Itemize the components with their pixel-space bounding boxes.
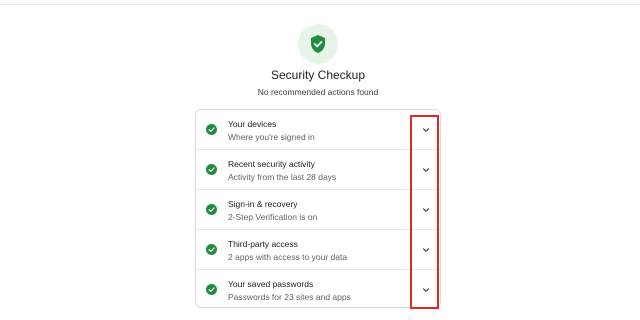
chevron-down-icon[interactable] bbox=[422, 126, 430, 134]
checkup-item-devices[interactable]: Your devices Where you're signed in bbox=[196, 110, 440, 150]
page-title: Security Checkup bbox=[270, 68, 366, 82]
chevron-down-icon[interactable] bbox=[422, 166, 430, 174]
item-title: Third-party access bbox=[228, 239, 298, 249]
item-title: Your devices bbox=[228, 119, 277, 129]
checkup-list: Your devices Where you're signed in Rece… bbox=[195, 109, 441, 308]
security-checkup-page: Security Checkup No recommended actions … bbox=[0, 0, 640, 320]
page-subtitle: No recommended actions found bbox=[257, 87, 379, 97]
chevron-down-icon[interactable] bbox=[422, 246, 430, 254]
item-title: Sign-in & recovery bbox=[228, 199, 298, 209]
check-circle-icon bbox=[206, 124, 217, 135]
item-description: 2-Step Verification is on bbox=[228, 212, 318, 222]
checkup-item-sign-in-recovery[interactable]: Sign-in & recovery 2-Step Verification i… bbox=[196, 190, 440, 230]
checkup-item-third-party-access[interactable]: Third-party access 2 apps with access to… bbox=[196, 230, 440, 270]
item-title: Recent security activity bbox=[228, 159, 315, 169]
shield-badge bbox=[298, 24, 338, 64]
check-circle-icon bbox=[206, 284, 217, 295]
item-description: Where you're signed in bbox=[228, 132, 315, 142]
top-divider bbox=[0, 4, 640, 5]
item-description: 2 apps with access to your data bbox=[228, 252, 348, 262]
chevron-down-icon[interactable] bbox=[422, 286, 430, 294]
checkup-item-saved-passwords[interactable]: Your saved passwords Passwords for 23 si… bbox=[196, 270, 440, 307]
shield-check-icon bbox=[311, 35, 325, 53]
item-description: Passwords for 23 sites and apps bbox=[228, 292, 351, 302]
check-circle-icon bbox=[206, 204, 217, 215]
checkup-item-security-activity[interactable]: Recent security activity Activity from t… bbox=[196, 150, 440, 190]
item-description: Activity from the last 28 days bbox=[228, 172, 337, 182]
check-circle-icon bbox=[206, 244, 217, 255]
chevron-down-icon[interactable] bbox=[422, 206, 430, 214]
check-circle-icon bbox=[206, 164, 217, 175]
item-title: Your saved passwords bbox=[228, 279, 314, 289]
